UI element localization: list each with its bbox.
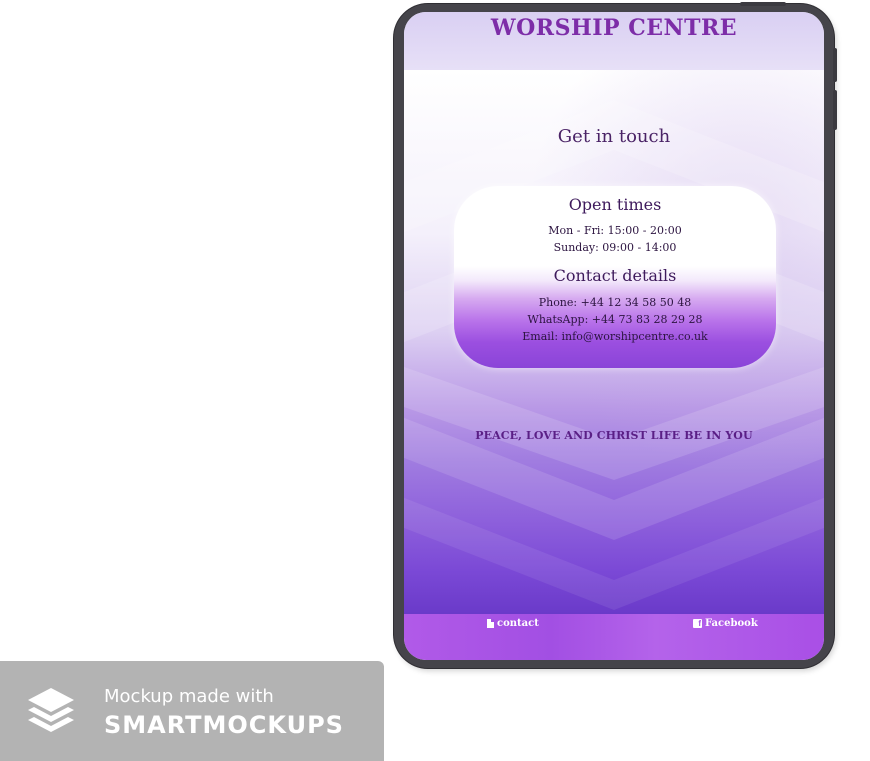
site-header: WORSHIP CENTRE [404, 12, 824, 70]
watermark-line1: Mockup made with [104, 686, 274, 707]
tablet-power-button [740, 2, 786, 6]
hours-sunday: Sunday: 09:00 - 14:00 [553, 241, 677, 254]
layers-icon [28, 688, 74, 732]
tablet-volume-up-button [833, 48, 837, 82]
email-address[interactable]: Email: info@worshipcentre.co.uk [454, 330, 776, 343]
hours-weekdays: Mon - Fri: 15:00 - 20:00 [548, 224, 682, 237]
smartmockups-watermark: Mockup made with SMARTMOCKUPS [0, 661, 384, 761]
document-icon [487, 619, 494, 628]
whatsapp-number: WhatsApp: +44 73 83 28 29 28 [527, 313, 703, 326]
open-times-title: Open times [568, 195, 662, 214]
footer-facebook-link[interactable]: f Facebook [693, 618, 758, 629]
contact-details-title: Contact details [553, 266, 677, 285]
tablet-volume-down-button [833, 90, 837, 130]
phone-number: Phone: +44 12 34 58 50 48 [538, 296, 692, 309]
footer-contact-label: contact [497, 618, 539, 629]
info-card: Open times Mon - Fri: 15:00 - 20:00 Sund… [454, 186, 776, 368]
footer-contact-link[interactable]: contact [487, 618, 539, 629]
footer-facebook-label: Facebook [705, 618, 758, 629]
mockup-stage: WORSHIP CENTRE Get in touch Open times M… [0, 0, 870, 761]
tagline: PEACE, LOVE AND CHRIST LIFE BE IN YOU [475, 429, 753, 442]
page-heading: Get in touch [557, 126, 671, 147]
facebook-icon: f [693, 619, 702, 628]
watermark-brand: SMARTMOCKUPS [104, 711, 344, 739]
tablet-screen: WORSHIP CENTRE Get in touch Open times M… [404, 12, 824, 660]
site-title[interactable]: WORSHIP CENTRE [404, 15, 824, 41]
site-footer: contact f Facebook [404, 614, 824, 660]
